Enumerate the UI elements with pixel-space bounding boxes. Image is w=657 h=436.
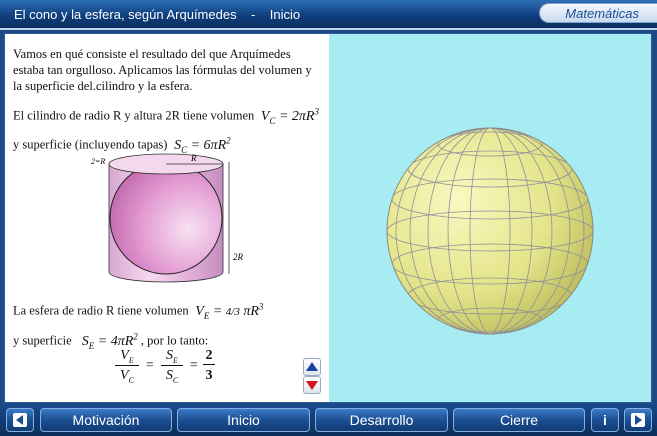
desarrollo-button[interactable]: Desarrollo xyxy=(315,408,448,432)
cylinder-volume-text: El cilindro de radio R y altura 2R tiene… xyxy=(13,108,255,123)
scroll-up-button[interactable] xyxy=(303,358,321,376)
cylinder-volume-line: El cilindro de radio R y altura 2R tiene… xyxy=(13,106,319,125)
sphere-volume-line: La esfera de radio R tiene volumen VE = … xyxy=(13,301,263,320)
subject-badge: Matemáticas xyxy=(539,3,657,23)
cierre-button[interactable]: Cierre xyxy=(453,408,585,432)
3d-viewer[interactable] xyxy=(329,34,651,402)
diameter-label: 2=R xyxy=(91,157,105,166)
up-arrow-icon xyxy=(306,362,318,371)
subject-label: Matemáticas xyxy=(565,6,639,21)
polyhedral-sphere[interactable] xyxy=(329,34,651,402)
radius-label: R xyxy=(190,153,197,163)
scroll-down-button[interactable] xyxy=(303,376,321,394)
right-arrow-icon xyxy=(631,413,645,427)
intro-paragraph: Vamos en qué consiste el resultado del q… xyxy=(13,47,312,93)
down-arrow-icon xyxy=(306,381,318,390)
content-area: Vamos en qué consiste el resultado del q… xyxy=(4,33,652,403)
left-arrow-icon xyxy=(13,413,27,427)
motivacion-button[interactable]: Motivación xyxy=(40,408,172,432)
text-pane: Vamos en qué consiste el resultado del q… xyxy=(5,34,329,402)
sphere-surface-text: y superficie xyxy=(13,333,72,348)
previous-button[interactable] xyxy=(6,408,34,432)
cylinder-volume-formula: VC = 2πR3 xyxy=(257,106,319,126)
info-icon: i xyxy=(603,412,607,428)
header-bar: El cono y la esfera, según Arquímedes - … xyxy=(0,0,657,30)
info-button[interactable]: i xyxy=(591,408,619,432)
next-button[interactable] xyxy=(624,408,652,432)
sphere-volume-text: La esfera de radio R tiene volumen xyxy=(13,303,189,318)
navigation-bar: Motivación Inicio Desarrollo Cierre i xyxy=(0,405,657,436)
sphere-surface-formula: SE = 4πR2 xyxy=(74,331,138,351)
sphere-volume-formula: VE = 4/3 πR3 xyxy=(191,301,264,321)
cylinder-sphere-figure: 2=R R 2R xyxy=(91,153,244,283)
page-title: El cono y la esfera, según Arquímedes - … xyxy=(14,7,301,22)
inicio-button[interactable]: Inicio xyxy=(177,408,310,432)
height-label: 2R xyxy=(233,252,244,262)
sphere-surface-suffix: , por lo tanto: xyxy=(140,333,209,348)
